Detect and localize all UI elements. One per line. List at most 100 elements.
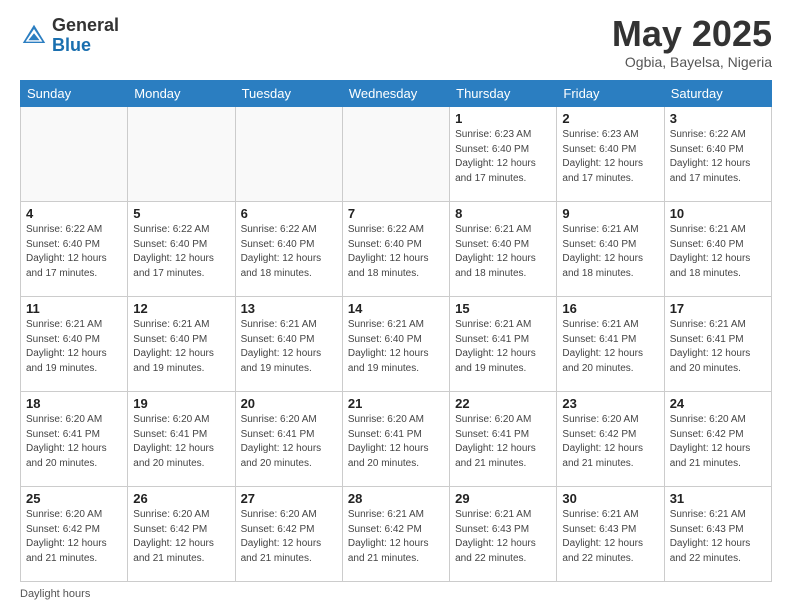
day-number: 22 (455, 396, 551, 411)
day-info: Sunrise: 6:21 AM Sunset: 6:43 PM Dayligh… (562, 508, 658, 566)
day-number: 18 (26, 396, 122, 411)
day-number: 8 (455, 206, 551, 221)
calendar-header-monday: Monday (128, 81, 235, 107)
day-number: 26 (133, 491, 229, 506)
calendar-cell: 22 Sunrise: 6:20 AM Sunset: 6:41 PM Dayli… (450, 392, 557, 487)
day-info: Sunrise: 6:20 AM Sunset: 6:41 PM Dayligh… (241, 413, 337, 471)
calendar-cell: 17 Sunrise: 6:21 AM Sunset: 6:41 PM Dayli… (664, 297, 771, 392)
day-info: Sunrise: 6:22 AM Sunset: 6:40 PM Dayligh… (348, 223, 444, 281)
calendar-cell: 14 Sunrise: 6:21 AM Sunset: 6:40 PM Dayli… (342, 297, 449, 392)
calendar-cell: 28 Sunrise: 6:21 AM Sunset: 6:42 PM Dayli… (342, 487, 449, 582)
calendar-cell: 30 Sunrise: 6:21 AM Sunset: 6:43 PM Dayli… (557, 487, 664, 582)
day-number: 6 (241, 206, 337, 221)
day-info: Sunrise: 6:21 AM Sunset: 6:41 PM Dayligh… (670, 318, 766, 376)
day-number: 17 (670, 301, 766, 316)
calendar-header-sunday: Sunday (21, 81, 128, 107)
day-info: Sunrise: 6:21 AM Sunset: 6:40 PM Dayligh… (26, 318, 122, 376)
calendar-cell: 15 Sunrise: 6:21 AM Sunset: 6:41 PM Dayli… (450, 297, 557, 392)
day-info: Sunrise: 6:21 AM Sunset: 6:40 PM Dayligh… (348, 318, 444, 376)
day-number: 27 (241, 491, 337, 506)
calendar-cell: 5Sunrise: 6:22 AM Sunset: 6:40 PM Daylig… (128, 202, 235, 297)
calendar-cell: 8 Sunrise: 6:21 AM Sunset: 6:40 PM Daylig… (450, 202, 557, 297)
day-info: Sunrise: 6:20 AM Sunset: 6:42 PM Dayligh… (26, 508, 122, 566)
calendar-week-4: 18 Sunrise: 6:20 AM Sunset: 6:41 PM Dayli… (21, 392, 772, 487)
calendar-cell: 13Sunrise: 6:21 AM Sunset: 6:40 PM Dayli… (235, 297, 342, 392)
day-number: 24 (670, 396, 766, 411)
calendar-cell (235, 107, 342, 202)
day-info: Sunrise: 6:21 AM Sunset: 6:41 PM Dayligh… (562, 318, 658, 376)
header: General Blue May 2025 Ogbia, Bayelsa, Ni… (20, 16, 772, 70)
day-number: 4 (26, 206, 122, 221)
day-number: 9 (562, 206, 658, 221)
calendar-cell: 27 Sunrise: 6:20 AM Sunset: 6:42 PM Dayli… (235, 487, 342, 582)
day-info: Sunrise: 6:20 AM Sunset: 6:41 PM Dayligh… (26, 413, 122, 471)
day-number: 21 (348, 396, 444, 411)
calendar-cell: 10 Sunrise: 6:21 AM Sunset: 6:40 PM Dayli… (664, 202, 771, 297)
day-number: 19 (133, 396, 229, 411)
logo: General Blue (20, 16, 119, 56)
calendar-cell: 7 Sunrise: 6:22 AM Sunset: 6:40 PM Daylig… (342, 202, 449, 297)
calendar-header-tuesday: Tuesday (235, 81, 342, 107)
calendar-cell (21, 107, 128, 202)
calendar-cell: 16 Sunrise: 6:21 AM Sunset: 6:41 PM Dayli… (557, 297, 664, 392)
day-info: Sunrise: 6:22 AM Sunset: 6:40 PM Dayligh… (133, 223, 229, 281)
calendar-table: SundayMondayTuesdayWednesdayThursdayFrid… (20, 80, 772, 582)
day-number: 1 (455, 111, 551, 126)
calendar-cell: 12 Sunrise: 6:21 AM Sunset: 6:40 PM Dayli… (128, 297, 235, 392)
day-info: Sunrise: 6:21 AM Sunset: 6:42 PM Dayligh… (348, 508, 444, 566)
calendar-cell: 31 Sunrise: 6:21 AM Sunset: 6:43 PM Dayli… (664, 487, 771, 582)
calendar-week-2: 4 Sunrise: 6:22 AM Sunset: 6:40 PM Daylig… (21, 202, 772, 297)
logo-blue-text: Blue (52, 35, 91, 55)
day-number: 10 (670, 206, 766, 221)
calendar-cell (342, 107, 449, 202)
day-info: Sunrise: 6:21 AM Sunset: 6:40 PM Dayligh… (133, 318, 229, 376)
day-info: Sunrise: 6:20 AM Sunset: 6:41 PM Dayligh… (348, 413, 444, 471)
calendar-cell (128, 107, 235, 202)
calendar-header-saturday: Saturday (664, 81, 771, 107)
day-info: Sunrise: 6:21 AM Sunset: 6:40 PM Dayligh… (455, 223, 551, 281)
calendar-cell: 29Sunrise: 6:21 AM Sunset: 6:43 PM Dayli… (450, 487, 557, 582)
day-number: 11 (26, 301, 122, 316)
day-number: 20 (241, 396, 337, 411)
day-info: Sunrise: 6:22 AM Sunset: 6:40 PM Dayligh… (26, 223, 122, 281)
calendar-cell: 23Sunrise: 6:20 AM Sunset: 6:42 PM Dayli… (557, 392, 664, 487)
calendar-cell: 4 Sunrise: 6:22 AM Sunset: 6:40 PM Daylig… (21, 202, 128, 297)
calendar-cell: 21 Sunrise: 6:20 AM Sunset: 6:41 PM Dayli… (342, 392, 449, 487)
calendar-week-3: 11 Sunrise: 6:21 AM Sunset: 6:40 PM Dayli… (21, 297, 772, 392)
calendar-cell: 1 Sunrise: 6:23 AM Sunset: 6:40 PM Daylig… (450, 107, 557, 202)
calendar-header-row: SundayMondayTuesdayWednesdayThursdayFrid… (21, 81, 772, 107)
calendar-cell: 20 Sunrise: 6:20 AM Sunset: 6:41 PM Dayli… (235, 392, 342, 487)
calendar-cell: 3Sunrise: 6:22 AM Sunset: 6:40 PM Daylig… (664, 107, 771, 202)
day-number: 25 (26, 491, 122, 506)
day-info: Sunrise: 6:21 AM Sunset: 6:43 PM Dayligh… (670, 508, 766, 566)
day-info: Sunrise: 6:20 AM Sunset: 6:41 PM Dayligh… (455, 413, 551, 471)
logo-general-text: General (52, 15, 119, 35)
calendar-cell: 19Sunrise: 6:20 AM Sunset: 6:41 PM Dayli… (128, 392, 235, 487)
calendar-cell: 2Sunrise: 6:23 AM Sunset: 6:40 PM Daylig… (557, 107, 664, 202)
day-number: 14 (348, 301, 444, 316)
month-title: May 2025 (612, 16, 772, 52)
calendar-week-5: 25 Sunrise: 6:20 AM Sunset: 6:42 PM Dayli… (21, 487, 772, 582)
calendar-cell: 6 Sunrise: 6:22 AM Sunset: 6:40 PM Daylig… (235, 202, 342, 297)
day-info: Sunrise: 6:21 AM Sunset: 6:40 PM Dayligh… (562, 223, 658, 281)
calendar-cell: 11 Sunrise: 6:21 AM Sunset: 6:40 PM Dayli… (21, 297, 128, 392)
calendar-cell: 26Sunrise: 6:20 AM Sunset: 6:42 PM Dayli… (128, 487, 235, 582)
day-number: 7 (348, 206, 444, 221)
day-number: 31 (670, 491, 766, 506)
calendar-header-friday: Friday (557, 81, 664, 107)
logo-text: General Blue (52, 16, 119, 56)
day-number: 16 (562, 301, 658, 316)
day-info: Sunrise: 6:20 AM Sunset: 6:42 PM Dayligh… (670, 413, 766, 471)
title-block: May 2025 Ogbia, Bayelsa, Nigeria (612, 16, 772, 70)
day-info: Sunrise: 6:20 AM Sunset: 6:42 PM Dayligh… (241, 508, 337, 566)
day-info: Sunrise: 6:21 AM Sunset: 6:40 PM Dayligh… (670, 223, 766, 281)
day-info: Sunrise: 6:23 AM Sunset: 6:40 PM Dayligh… (455, 128, 551, 186)
day-info: Sunrise: 6:22 AM Sunset: 6:40 PM Dayligh… (241, 223, 337, 281)
footer-note: Daylight hours (20, 588, 772, 600)
day-number: 2 (562, 111, 658, 126)
day-number: 30 (562, 491, 658, 506)
day-number: 15 (455, 301, 551, 316)
day-info: Sunrise: 6:21 AM Sunset: 6:41 PM Dayligh… (455, 318, 551, 376)
day-number: 28 (348, 491, 444, 506)
day-number: 12 (133, 301, 229, 316)
